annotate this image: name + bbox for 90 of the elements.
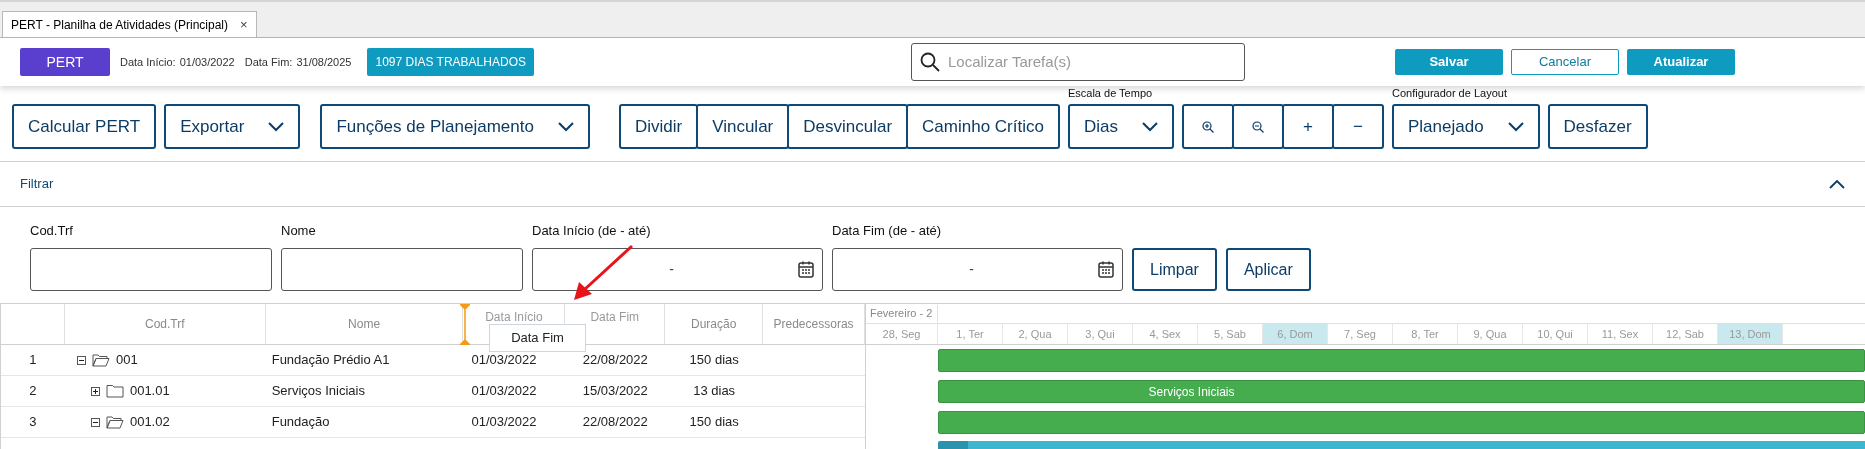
row-number: 1 xyxy=(28,351,38,370)
calendar-icon xyxy=(1098,261,1114,278)
document-tab[interactable]: PERT - Planilha de Atividades (Principal) × xyxy=(2,11,257,37)
day-header: 7, Seg xyxy=(1328,324,1393,344)
toolbar-button[interactable]: Calcular PERT xyxy=(12,104,157,149)
task-name: Fundação xyxy=(270,413,331,432)
row-number: 2 xyxy=(28,382,38,401)
zoom-in-button[interactable] xyxy=(1181,104,1234,149)
end-date-cell-text: 15/03/2022 xyxy=(581,382,649,401)
month-header: Fevereiro - 2 xyxy=(866,305,938,322)
toolbar-button[interactable]: Vincular xyxy=(696,104,790,149)
end-date-cell-text: 22/08/2022 xyxy=(581,413,649,432)
day-header: 28, Seg xyxy=(866,324,938,344)
drag-tooltip: Data Fim xyxy=(489,324,586,352)
day-header: 4, Sex xyxy=(1133,324,1198,344)
calendar-icon xyxy=(798,261,814,278)
text-field[interactable] xyxy=(30,248,272,291)
folder-icon xyxy=(105,415,124,429)
day-header: 9, Qua xyxy=(1458,324,1523,344)
end-date-cell-text: 22/08/2022 xyxy=(581,351,649,370)
end-date-label: Data Fim: xyxy=(244,54,293,70)
folder-icon xyxy=(91,353,110,367)
start-date-label: Data Início: xyxy=(120,54,176,70)
day-header: 10, Qui xyxy=(1523,324,1588,344)
collapse-icon[interactable] xyxy=(76,355,86,365)
chevron-down-icon xyxy=(557,121,574,132)
zoom-in-icon xyxy=(1201,120,1214,133)
day-header: 1, Ter xyxy=(938,324,1003,344)
column-header[interactable]: Predecessoras xyxy=(763,304,865,344)
zoom-out-button[interactable] xyxy=(1231,104,1284,149)
start-date-cell-text: 01/03/2022 xyxy=(470,382,538,401)
duration-cell-text: 150 dias xyxy=(688,351,740,370)
dropdown-button[interactable]: Dias xyxy=(1067,104,1174,149)
folder-icon xyxy=(105,384,124,398)
chevron-down-icon xyxy=(1141,121,1158,132)
cancel-button[interactable]: Cancelar xyxy=(1510,49,1619,75)
dropdown-button[interactable]: Funções de Planejamento xyxy=(320,104,590,149)
column-header[interactable]: Duração xyxy=(665,304,764,344)
zoom-step-button[interactable]: + xyxy=(1281,104,1334,149)
filter-button[interactable]: Aplicar xyxy=(1225,248,1311,291)
day-header: 3, Qui xyxy=(1068,324,1133,344)
worked-days-badge: 1097 DIAS TRABALHADOS xyxy=(367,48,534,76)
close-button[interactable]: × xyxy=(240,14,248,35)
start-date-cell-text: 01/03/2022 xyxy=(470,413,538,432)
day-header: 11, Sex xyxy=(1588,324,1653,344)
task-name: Fundação Prédio A1 xyxy=(270,351,391,370)
date-range-field[interactable]: - xyxy=(532,248,823,291)
search-icon xyxy=(919,52,940,72)
start-date-value: 01/03/2022 xyxy=(179,54,235,70)
chevron-down-icon xyxy=(268,121,285,132)
day-header: 6, Dom xyxy=(1263,324,1328,344)
collapse-icon[interactable] xyxy=(90,417,100,427)
toolbar-button[interactable]: Desfazer xyxy=(1547,104,1648,149)
day-header: 8, Ter xyxy=(1393,324,1458,344)
column-header[interactable]: Cod.Trf xyxy=(64,304,266,344)
toolbar-button[interactable]: Desvincular xyxy=(787,104,909,149)
day-header: 2, Qua xyxy=(1003,324,1068,344)
search-input[interactable]: Localizar Tarefa(s) xyxy=(947,50,1236,74)
day-header: 13, Dom xyxy=(1718,324,1783,344)
start-date-cell-text: 01/03/2022 xyxy=(470,351,538,370)
column-resize-marker[interactable] xyxy=(460,304,470,345)
pert-badge: PERT xyxy=(20,48,110,76)
toolbar-button[interactable]: Dividir xyxy=(618,104,699,149)
expand-icon[interactable] xyxy=(90,386,100,396)
row-number: 3 xyxy=(28,413,38,432)
search-field[interactable]: Localizar Tarefa(s) xyxy=(910,43,1245,81)
toolbar-button[interactable]: Caminho Crítico xyxy=(906,104,1060,149)
filter-title: Filtrar xyxy=(20,175,54,194)
dropdown-button[interactable]: Exportar xyxy=(164,104,301,149)
date-range-field[interactable]: - xyxy=(832,248,1123,291)
field-label: Nome xyxy=(281,221,317,240)
duration-cell-text: 150 dias xyxy=(688,413,740,432)
field-label: Cod.Trf xyxy=(30,221,74,240)
task-code: 001 xyxy=(115,351,138,370)
filter-button[interactable]: Limpar xyxy=(1132,248,1217,291)
text-field[interactable] xyxy=(281,248,523,291)
field-label: Data Fim (de - até) xyxy=(832,221,943,240)
chevron-up-icon[interactable] xyxy=(1829,179,1845,189)
chevron-down-icon xyxy=(1507,121,1524,132)
zoom-step-button[interactable]: − xyxy=(1331,104,1384,149)
task-name: Serviços Iniciais xyxy=(270,382,366,401)
zoom-out-icon xyxy=(1251,120,1264,133)
task-code: 001.02 xyxy=(129,413,170,432)
dropdown-caption: Escala de Tempo xyxy=(1067,86,1153,101)
dropdown-button[interactable]: Planejado xyxy=(1391,104,1540,149)
end-date-value: 31/08/2025 xyxy=(296,54,352,70)
dropdown-caption: Configurador de Layout xyxy=(1391,86,1507,101)
task-code: 001.01 xyxy=(129,382,170,401)
duration-cell-text: 13 dias xyxy=(692,382,737,401)
field-label: Data Início (de - até) xyxy=(532,221,652,240)
